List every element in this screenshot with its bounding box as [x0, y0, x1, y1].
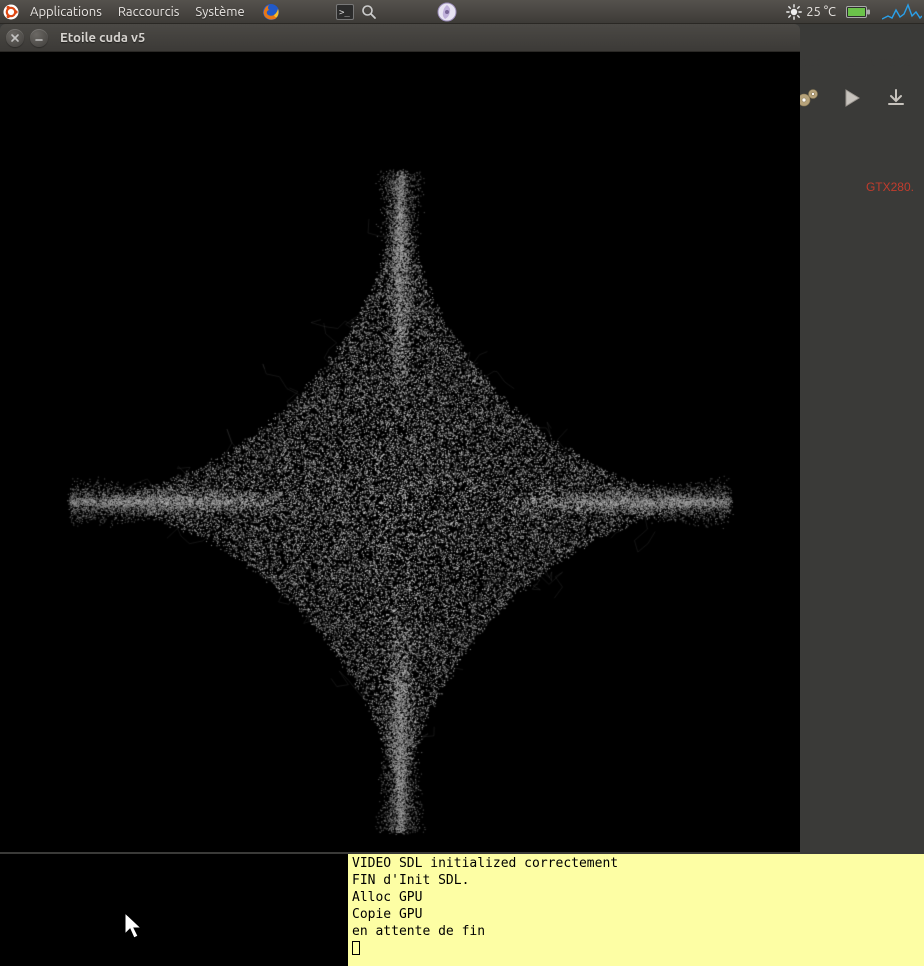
search-icon[interactable]	[357, 0, 381, 24]
terminal-line: Alloc GPU	[352, 890, 422, 905]
activity-graph-icon[interactable]	[882, 2, 922, 22]
empty-black-region	[0, 854, 348, 966]
ubuntu-logo-icon[interactable]	[0, 1, 22, 23]
terminal-launcher-icon[interactable]: >_	[333, 0, 357, 24]
ide-menu-bar: guer Documents	[790, 50, 924, 74]
gnome-top-panel: Applications Raccourcis Système >_	[0, 0, 924, 24]
simulation-window: Etoile cuda v5	[0, 24, 800, 852]
terminal-output[interactable]: VIDEO SDL initialized correctement FIN d…	[348, 854, 924, 966]
sun-icon	[786, 4, 802, 20]
battery-indicator[interactable]	[846, 5, 878, 19]
play-icon[interactable]	[836, 82, 868, 114]
ide-toolbar	[792, 76, 920, 120]
terminal-line: FIN d'Init SDL.	[352, 873, 469, 888]
terminal-line: VIDEO SDL initialized correctement	[352, 856, 618, 871]
menu-systeme[interactable]: Système	[187, 0, 252, 24]
app-launcher-icon[interactable]	[435, 0, 459, 24]
window-titlebar[interactable]: Etoile cuda v5	[0, 24, 800, 52]
terminal-line: Copie GPU	[352, 907, 422, 922]
window-title: Etoile cuda v5	[54, 31, 145, 45]
menu-raccourcis[interactable]: Raccourcis	[110, 0, 188, 24]
menu-applications[interactable]: Applications	[22, 0, 110, 24]
terminal-cursor	[352, 941, 360, 955]
minimize-button[interactable]	[30, 29, 48, 47]
close-button[interactable]	[6, 29, 24, 47]
firefox-icon[interactable]	[259, 0, 283, 24]
download-icon[interactable]	[880, 82, 912, 114]
ide-gpu-label: GTX280.	[866, 180, 914, 194]
terminal-line: en attente de fin	[352, 924, 485, 939]
svg-text:>_: >_	[339, 8, 350, 18]
temperature-label: 25 °C	[806, 5, 836, 19]
simulation-canvas-area[interactable]	[0, 52, 800, 852]
simulation-canvas	[0, 52, 800, 852]
weather-indicator[interactable]: 25 °C	[776, 4, 846, 20]
ide-menu-item[interactable]: Documents	[837, 55, 924, 69]
